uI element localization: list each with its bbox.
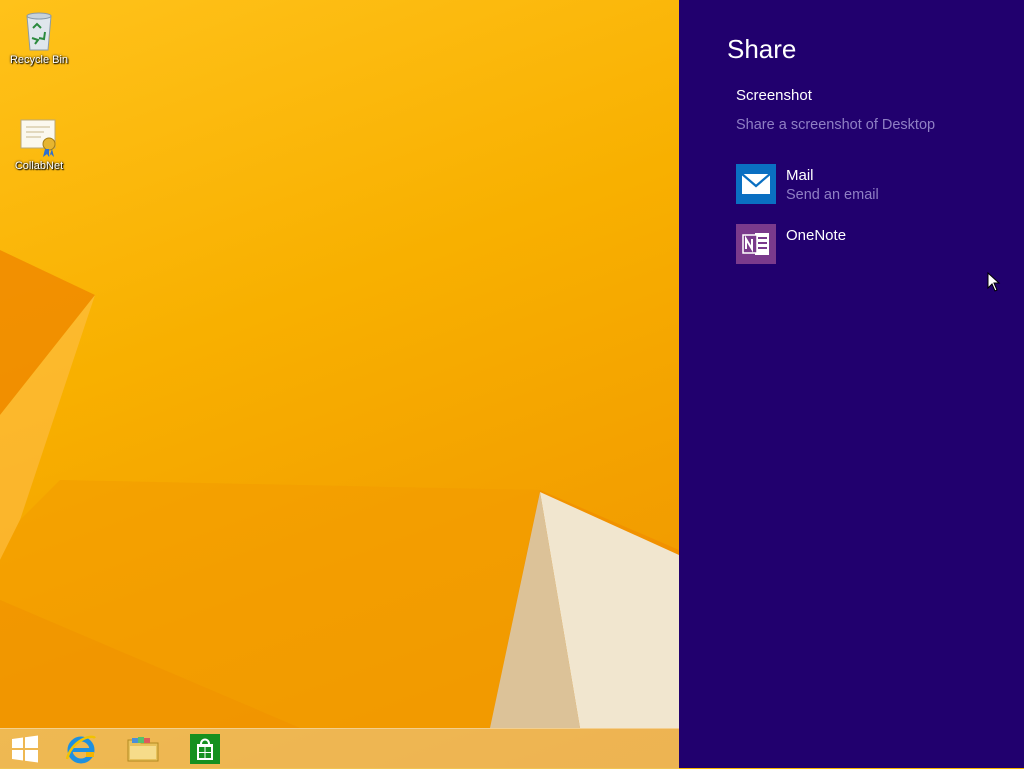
desktop-background: Recycle Bin CollabNet — [0, 0, 679, 768]
mail-icon — [736, 164, 776, 204]
share-title: Share — [727, 34, 797, 64]
onenote-icon — [736, 224, 776, 264]
share-target-mail[interactable]: Mail Send an email — [736, 164, 996, 206]
share-source-label[interactable]: Screenshot — [736, 87, 812, 104]
desktop-icon-recycle-bin[interactable]: Recycle Bin — [4, 8, 74, 66]
taskbar-file-explorer[interactable] — [118, 729, 168, 769]
desktop-icon-label: CollabNet — [14, 160, 64, 172]
share-charm-pane: Share Screenshot Share a screenshot of D… — [679, 0, 1024, 768]
store-icon — [190, 734, 220, 764]
certificate-icon — [20, 119, 56, 157]
share-target-subtitle: Send an email — [786, 187, 879, 203]
recycle-bin-icon — [26, 12, 52, 51]
start-button[interactable] — [0, 729, 50, 769]
taskbar-internet-explorer[interactable] — [56, 729, 106, 769]
share-target-onenote[interactable]: OneNote — [736, 224, 996, 266]
windows-logo-icon — [12, 735, 38, 763]
folder-icon — [127, 737, 159, 762]
share-target-name: OneNote — [786, 227, 847, 244]
desktop-icon-collabnet[interactable]: CollabNet — [4, 114, 74, 172]
share-target-name: Mail — [786, 167, 814, 184]
internet-explorer-icon — [65, 735, 96, 764]
wallpaper-shapes — [0, 250, 679, 728]
share-description: Share a screenshot of Desktop — [736, 117, 936, 133]
desktop-icon-label: Recycle Bin — [9, 54, 69, 66]
taskbar-store[interactable] — [180, 729, 230, 769]
mouse-cursor-icon — [987, 272, 1001, 292]
taskbar — [0, 728, 679, 769]
